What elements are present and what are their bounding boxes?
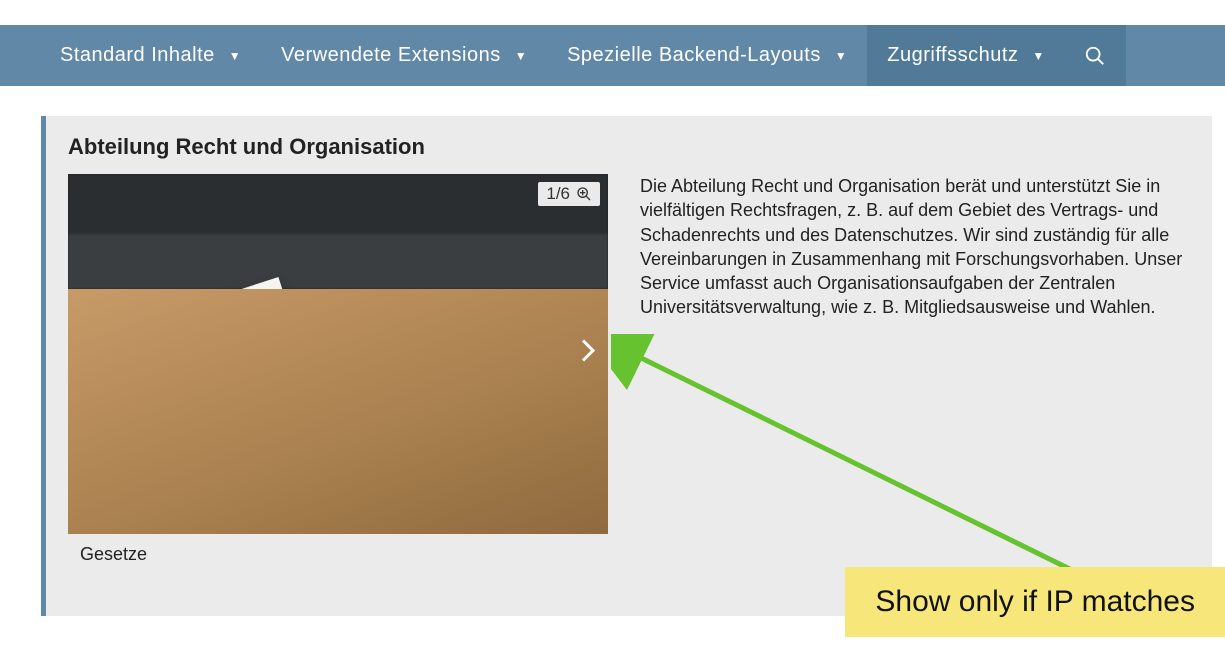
nav-label: Standard Inhalte <box>60 44 215 67</box>
search-icon <box>1084 45 1106 67</box>
annotation-callout: Show only if IP matches <box>845 567 1225 637</box>
nav-label: Spezielle Backend-Layouts <box>567 44 821 67</box>
card-title: Abteilung Recht und Organisation <box>68 134 1190 160</box>
annotation-text: Show only if IP matches <box>875 585 1195 618</box>
chevron-right-icon <box>578 336 598 366</box>
chevron-down-icon: ▼ <box>515 49 527 63</box>
gallery-image-documents: GEMEINSAMES AMTSBLATT GESETZBLATT Bundes… <box>68 174 608 534</box>
gallery-counter-text: 1/6 <box>546 184 570 204</box>
gallery-caption: Gesetze <box>68 544 608 565</box>
nav-label: Zugriffsschutz <box>887 44 1018 67</box>
chevron-down-icon: ▼ <box>229 49 241 63</box>
image-gallery[interactable]: GEMEINSAMES AMTSBLATT GESETZBLATT Bundes… <box>68 174 608 534</box>
nav-item-spezielle-backend-layouts[interactable]: Spezielle Backend-Layouts ▼ <box>547 25 867 86</box>
chevron-down-icon: ▼ <box>1032 49 1044 63</box>
chevron-down-icon: ▼ <box>835 49 847 63</box>
gallery-column: GEMEINSAMES AMTSBLATT GESETZBLATT Bundes… <box>68 174 608 565</box>
nav-item-standard-inhalte[interactable]: Standard Inhalte ▼ <box>40 25 261 86</box>
card-columns: GEMEINSAMES AMTSBLATT GESETZBLATT Bundes… <box>68 174 1190 565</box>
gallery-next-button[interactable] <box>578 336 598 373</box>
doc-title: GEMEINSAMES AMTSBLATT <box>103 290 273 354</box>
doc-title: GESETZBLATT <box>244 328 420 350</box>
nav-label: Verwendete Extensions <box>281 44 501 67</box>
zoom-icon <box>576 186 592 202</box>
nav-search-button[interactable] <box>1065 25 1126 86</box>
nav-item-zugriffsschutz[interactable]: Zugriffsschutz ▼ <box>867 25 1065 86</box>
content-card: Abteilung Recht und Organisation GEMEINS… <box>41 116 1212 616</box>
main-navbar: Standard Inhalte ▼ Verwendete Extensions… <box>0 25 1225 86</box>
gallery-counter-badge: 1/6 <box>538 182 600 206</box>
nav-item-verwendete-extensions[interactable]: Verwendete Extensions ▼ <box>261 25 547 86</box>
card-body-text: Die Abteilung Recht und Organisation ber… <box>640 174 1190 565</box>
